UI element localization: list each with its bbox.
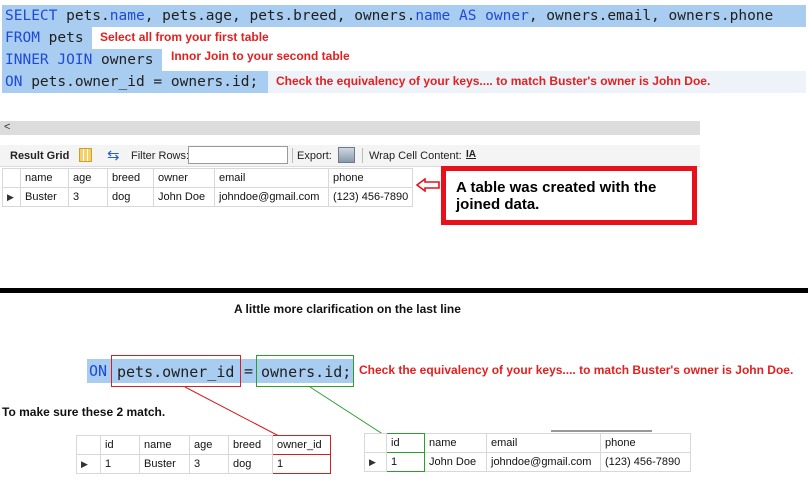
cell-name[interactable]: Buster [139,454,190,474]
column-header-name[interactable]: name [139,435,190,455]
row-selector-header [76,435,101,455]
column-header-name[interactable]: name [424,433,487,453]
table-row[interactable]: ▶ 1 Buster 3 dog 1 [76,454,331,474]
match-note: To make sure these 2 match. [2,405,166,419]
pets-table: id name age breed owner_id ▶ 1 Buster 3 … [76,435,331,474]
column-header-id[interactable]: id [100,435,140,455]
column-header-phone[interactable]: phone [600,433,691,453]
column-header-breed[interactable]: breed [228,435,273,455]
owners-table: id name email phone ▶ 1 John Doe johndoe… [364,433,691,472]
owners-table-container: id name email phone ▶ 1 John Doe johndoe… [364,433,691,472]
table-row[interactable]: ▶ 1 John Doe johndoe@gmail.com (123) 456… [364,452,691,472]
cell-id[interactable]: 1 [100,454,140,474]
row-selector-header [364,433,387,453]
column-header-email[interactable]: email [486,433,601,453]
cell-breed[interactable]: dog [228,454,273,474]
column-header-age[interactable]: age [189,435,229,455]
cell-email[interactable]: johndoe@gmail.com [486,452,601,472]
cell-name[interactable]: John Doe [424,452,487,472]
cell-age[interactable]: 3 [189,454,229,474]
column-header-id[interactable]: id [386,433,425,453]
pets-header-row: id name age breed owner_id [76,435,331,455]
cell-owner-id[interactable]: 1 [272,454,331,474]
column-header-owner-id[interactable]: owner_id [272,435,331,455]
row-pointer-icon: ▶ [364,452,387,472]
cell-id[interactable]: 1 [386,452,425,472]
row-pointer-icon: ▶ [76,454,101,474]
cell-phone[interactable]: (123) 456-7890 [600,452,691,472]
owners-header-row: id name email phone [364,433,691,453]
pets-table-container: id name age breed owner_id ▶ 1 Buster 3 … [76,435,331,474]
